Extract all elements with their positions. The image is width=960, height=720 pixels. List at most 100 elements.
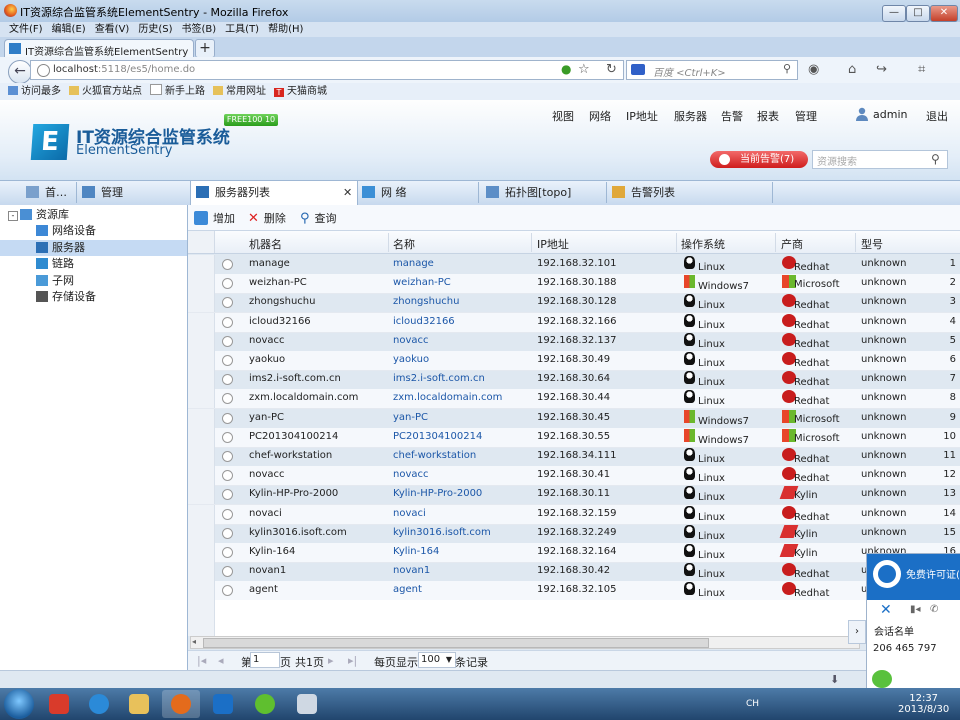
per-page-select[interactable]: 100 ▼ — [418, 652, 456, 668]
row-select-radio[interactable] — [222, 297, 233, 309]
teamviewer-close-icon[interactable]: ✕ — [880, 602, 892, 618]
table-row[interactable]: 5 novacc novacc 192.168.32.137 Linux Redhat un… — [188, 331, 960, 352]
tree-root[interactable]: - 资源库 — [0, 207, 187, 223]
left-tab-home[interactable]: 首… — [26, 181, 67, 204]
table-row[interactable]: 4 icloud32166 icloud32166 192.168.32.166 Lin… — [188, 312, 960, 333]
top-nav-item[interactable]: IP地址 — [626, 108, 658, 124]
minimize-button[interactable]: — — [882, 5, 906, 22]
menu-item[interactable]: 文件(F) — [9, 22, 43, 37]
cell-name-link[interactable]: novacc — [393, 335, 429, 346]
bookmark-item[interactable]: 火狐官方站点 — [69, 83, 142, 100]
cell-name-link[interactable]: novaci — [393, 508, 426, 519]
scroll-left-icon[interactable]: ◂ — [192, 637, 196, 646]
table-row[interactable]: 8 zxm.localdomain.com zxm.localdomain.com 1… — [188, 389, 960, 410]
logout-link[interactable]: 退出 — [926, 108, 948, 124]
table-row[interactable]: 18agentagent192.168.32.105LinuxRedhatu — [188, 581, 960, 602]
menu-item[interactable]: 书签(B) — [182, 22, 217, 37]
taskbar-app-game[interactable] — [40, 690, 78, 718]
cell-name-link[interactable]: zhongshuchu — [393, 296, 459, 307]
home-icon[interactable]: ⌂ — [848, 62, 856, 77]
cell-name-link[interactable]: kylin3016.isoft.com — [393, 527, 491, 538]
collapse-icon[interactable]: - — [8, 211, 18, 221]
new-tab-button[interactable]: + — [195, 39, 215, 58]
addon-icon[interactable]: ◉ — [808, 62, 819, 77]
taskbar-app-teamviewer[interactable] — [204, 690, 242, 718]
tree-item[interactable]: 存储设备 — [0, 289, 187, 305]
menu-item[interactable]: 帮助(H) — [268, 22, 303, 37]
column-header-name[interactable]: 名称 — [393, 236, 415, 252]
bookmark-item[interactable]: 访问最多 — [8, 83, 61, 100]
add-button[interactable]: 增加 — [194, 210, 235, 226]
table-row[interactable]: 7 ims2.i-soft.com.cn ims2.i-soft.com.cn 192… — [188, 370, 960, 391]
taskbar-app-explorer[interactable] — [120, 690, 158, 718]
url-bar[interactable]: localhost:5118/es5/home.do — [30, 60, 624, 80]
maximize-button[interactable]: □ — [906, 5, 930, 22]
query-button[interactable]: ⚲ 查询 — [300, 210, 337, 226]
cell-name-link[interactable]: Kylin-164 — [393, 546, 439, 557]
back-button[interactable]: ← — [8, 60, 32, 84]
row-select-radio[interactable] — [222, 566, 233, 578]
cell-name-link[interactable]: yaokuo — [393, 354, 429, 365]
first-page-icon[interactable]: |◂ — [197, 654, 206, 667]
table-row[interactable]: 11 chef-workstation chef-workstation 192.16… — [188, 447, 960, 467]
web-search-input[interactable]: 百度 <Ctrl+K> ⚲ — [626, 60, 798, 80]
cell-name-link[interactable]: yan-PC — [393, 412, 428, 423]
scrollbar-thumb[interactable] — [203, 638, 709, 648]
top-nav-item[interactable]: 告警 — [721, 108, 743, 124]
table-row[interactable]: 14 novaci novaci 192.168.32.159 Linux Redhat u… — [188, 504, 960, 525]
row-select-radio[interactable] — [222, 259, 233, 270]
cell-name-link[interactable]: PC201304100214 — [393, 431, 482, 442]
current-alerts-button[interactable]: 当前告警(7) — [710, 151, 808, 168]
close-window-button[interactable]: ✕ — [930, 5, 958, 22]
bookmark-star-icon[interactable]: ☆ — [578, 62, 590, 77]
start-button[interactable] — [4, 689, 34, 719]
top-nav-item[interactable]: 报表 — [757, 108, 779, 124]
menu-item[interactable]: 历史(S) — [138, 22, 172, 37]
cell-name-link[interactable]: zxm.localdomain.com — [393, 392, 502, 403]
row-select-radio[interactable] — [222, 374, 233, 386]
row-select-radio[interactable] — [222, 470, 233, 482]
top-nav-item[interactable]: 服务器 — [674, 108, 707, 124]
close-tab-icon[interactable]: ✕ — [343, 186, 352, 199]
column-header-hostname[interactable]: 机器名 — [249, 236, 282, 252]
bookmark-item[interactable]: 常用网址 — [213, 83, 266, 100]
prev-page-icon[interactable]: ◂ — [218, 654, 224, 667]
table-row[interactable]: 15 kylin3016.isoft.com kylin3016.isoft.com… — [188, 523, 960, 544]
tab-topology[interactable]: 拓扑图[topo] — [486, 181, 571, 204]
row-select-radio[interactable] — [222, 355, 233, 366]
cell-name-link[interactable]: ims2.i-soft.com.cn — [393, 373, 485, 384]
last-page-icon[interactable]: ▸| — [348, 654, 357, 667]
taskbar-app-360[interactable] — [246, 690, 284, 718]
tree-item[interactable]: 子网 — [0, 273, 187, 289]
tab-alerts[interactable]: 告警列表 — [612, 181, 675, 204]
row-select-radio[interactable] — [222, 451, 233, 462]
taskbar-app-firefox[interactable] — [162, 690, 200, 718]
table-row[interactable]: 12 novacc novacc 192.168.30.41 Linux Redhat un… — [188, 466, 960, 487]
page-number-input[interactable]: 1 — [250, 652, 280, 668]
tree-item[interactable]: 链路 — [0, 256, 187, 272]
row-select-radio[interactable] — [222, 316, 233, 328]
row-select-radio[interactable] — [222, 489, 233, 501]
column-header-ip[interactable]: IP地址 — [537, 236, 569, 252]
video-icon[interactable]: ▮◂ — [910, 604, 921, 615]
search-icon[interactable]: ⚲ — [931, 152, 940, 166]
reload-icon[interactable]: ↻ — [606, 62, 617, 77]
user-name[interactable]: admin — [873, 108, 907, 121]
table-row[interactable]: 10 PC201304100214 PC201304100214 192.168.30… — [188, 427, 960, 448]
table-row[interactable]: 6 yaokuo yaokuo 192.168.30.49 Linux Redhat unk… — [188, 351, 960, 371]
menu-item[interactable]: 工具(T) — [225, 22, 259, 37]
horizontal-scrollbar[interactable]: ◂ — [190, 636, 860, 649]
table-row[interactable]: 13 Kylin-HP-Pro-2000 Kylin-HP-Pro-2000 192.… — [188, 485, 960, 506]
crop-icon[interactable]: ⌗ — [918, 62, 925, 77]
tree-item[interactable]: 服务器 — [0, 239, 187, 256]
table-row[interactable]: 1 manage manage 192.168.32.101 Linux Redhat un… — [188, 255, 960, 275]
top-nav-item[interactable]: 网络 — [589, 108, 611, 124]
system-clock[interactable]: 12:37 2013/8/30 — [898, 693, 949, 715]
table-row[interactable]: 9 yan-PC yan-PC 192.168.30.45 Windows7 Micros… — [188, 408, 960, 429]
share-icon[interactable]: ↪ — [876, 62, 887, 77]
row-select-radio[interactable] — [222, 585, 233, 597]
column-header-model[interactable]: 型号 — [861, 236, 883, 252]
cell-name-link[interactable]: icloud32166 — [393, 316, 455, 327]
cell-name-link[interactable]: weizhan-PC — [393, 277, 451, 288]
left-tab-manage[interactable]: 管理 — [82, 181, 123, 204]
